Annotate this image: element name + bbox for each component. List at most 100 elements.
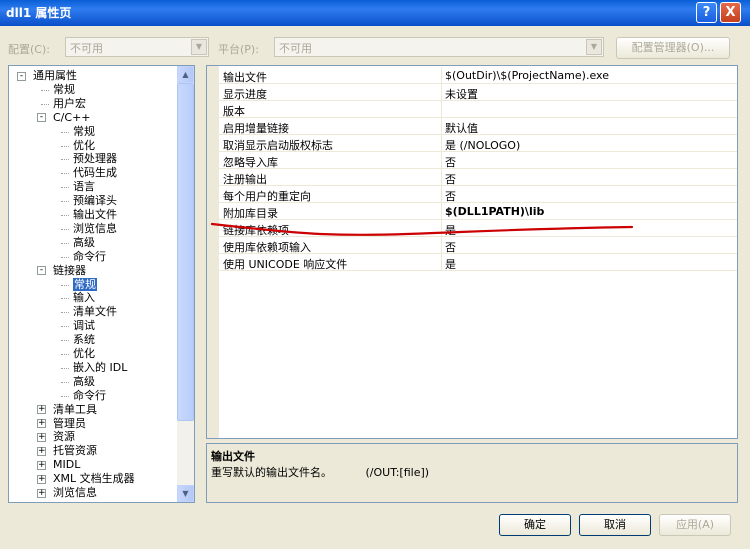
- property-row[interactable]: 忽略导入库 否: [219, 152, 737, 169]
- property-value[interactable]: 是: [445, 256, 456, 272]
- expand-icon[interactable]: +: [37, 405, 46, 415]
- config-dropdown[interactable]: 不可用 ▼: [65, 37, 209, 57]
- tree-item-label: 嵌入的 IDL: [73, 360, 128, 374]
- tree-item[interactable]: 高级: [73, 375, 95, 389]
- property-name: 启用增量链接: [223, 122, 289, 135]
- tree-item[interactable]: C/C++: [53, 111, 91, 125]
- property-row[interactable]: 启用增量链接 默认值: [219, 118, 737, 135]
- apply-button[interactable]: 应用(A): [659, 514, 731, 536]
- expand-icon[interactable]: +: [37, 432, 46, 442]
- tree-item[interactable]: 通用属性: [33, 69, 77, 83]
- tree-item-label: 语言: [73, 180, 95, 194]
- tree-item[interactable]: 预处理器: [73, 152, 117, 166]
- expand-icon[interactable]: +: [37, 446, 46, 456]
- tree-item[interactable]: 高级: [73, 236, 95, 250]
- tree-item[interactable]: XML 文档生成器: [53, 472, 135, 486]
- cancel-button[interactable]: 取消: [579, 514, 651, 536]
- scroll-up-icon[interactable]: ▲: [177, 66, 194, 83]
- tree-item[interactable]: 用户宏: [53, 97, 86, 111]
- tree-item[interactable]: MIDL: [53, 458, 80, 472]
- collapse-icon[interactable]: -: [37, 266, 46, 276]
- tree-scrollbar[interactable]: ▲ ▼: [177, 66, 194, 502]
- tree-item-label: 预处理器: [73, 152, 117, 166]
- tree-item[interactable]: 嵌入的 IDL: [73, 361, 127, 375]
- tree-item-label: 浏览信息: [53, 486, 97, 499]
- property-row[interactable]: 每个用户的重定向 否: [219, 186, 737, 203]
- description-body: 重写默认的输出文件名。: [211, 466, 332, 479]
- property-value[interactable]: 否: [445, 154, 456, 170]
- tree-item[interactable]: 浏览信息: [53, 486, 97, 500]
- tree-item[interactable]: 优化: [73, 347, 95, 361]
- property-name: 注册输出: [223, 173, 267, 186]
- scroll-thumb[interactable]: [177, 83, 194, 421]
- tree-item[interactable]: 清单工具: [53, 403, 97, 417]
- property-row[interactable]: 取消显示启动版权标志 是 (/NOLOGO): [219, 135, 737, 152]
- description-panel: 输出文件 重写默认的输出文件名。 (/OUT:[file]): [206, 443, 738, 503]
- expand-icon[interactable]: +: [37, 474, 46, 484]
- property-value[interactable]: $(OutDir)\$(ProjectName).exe: [445, 69, 609, 82]
- property-name: 取消显示启动版权标志: [223, 139, 333, 152]
- tree-item[interactable]: 输入: [73, 291, 95, 305]
- tree-connector: [61, 242, 69, 244]
- tree-item[interactable]: 清单文件: [73, 305, 117, 319]
- expand-icon[interactable]: +: [37, 460, 46, 470]
- column-divider: [441, 203, 442, 220]
- title-bar: dll1 属性页 ? X: [0, 0, 750, 26]
- tree-connector: [41, 89, 49, 91]
- property-tree[interactable]: 通用属性 - 常规 用户宏 C/C++ - 常规 优化 预处理器 代码生成 语言 预编译头 输出文件 浏览…: [8, 65, 195, 503]
- tree-connector: [61, 187, 69, 189]
- property-row[interactable]: 输出文件 $(OutDir)\$(ProjectName).exe: [219, 67, 737, 84]
- tree-item-label: 命令行: [73, 249, 106, 263]
- tree-item-label: 输出文件: [73, 208, 117, 221]
- property-row[interactable]: 附加库目录 $(DLL1PATH)\lib: [219, 203, 737, 220]
- tree-item[interactable]: 系统: [73, 333, 95, 347]
- platform-dropdown[interactable]: 不可用 ▼: [274, 37, 604, 57]
- tree-item[interactable]: 语言: [73, 180, 95, 194]
- property-value[interactable]: $(DLL1PATH)\lib: [445, 205, 544, 218]
- tree-item[interactable]: 浏览信息: [73, 222, 117, 236]
- tree-item-label: C/C++: [53, 110, 91, 124]
- tree-item[interactable]: 链接器: [53, 264, 86, 278]
- tree-item[interactable]: 命令行: [73, 389, 106, 403]
- tree-connector: [41, 103, 49, 105]
- tree-item[interactable]: 常规: [73, 125, 95, 139]
- tree-item[interactable]: 常规: [73, 277, 97, 292]
- property-row[interactable]: 显示进度 未设置: [219, 84, 737, 101]
- property-row[interactable]: 版本: [219, 101, 737, 118]
- tree-item[interactable]: 常规: [53, 83, 75, 97]
- column-divider: [441, 254, 442, 271]
- help-button[interactable]: ?: [696, 2, 717, 23]
- tree-item[interactable]: 调试: [73, 319, 95, 333]
- tree-item-label: 清单文件: [73, 305, 117, 319]
- property-row[interactable]: 使用 UNICODE 响应文件 是: [219, 254, 737, 271]
- property-value[interactable]: 未设置: [445, 86, 478, 102]
- collapse-icon[interactable]: -: [17, 71, 26, 81]
- tree-item[interactable]: 资源: [53, 430, 75, 444]
- tree-item[interactable]: 预编译头: [73, 194, 117, 208]
- expand-icon[interactable]: +: [37, 488, 46, 498]
- config-manager-button[interactable]: 配置管理器(O)...: [616, 37, 730, 59]
- column-divider: [441, 169, 442, 186]
- property-value[interactable]: 否: [445, 171, 456, 187]
- tree-item-label: 常规: [73, 277, 97, 291]
- tree-item[interactable]: 管理员: [53, 417, 86, 431]
- scroll-down-icon[interactable]: ▼: [177, 485, 194, 502]
- close-button[interactable]: X: [720, 2, 741, 23]
- tree-item[interactable]: 输出文件: [73, 208, 117, 222]
- property-value[interactable]: 是 (/NOLOGO): [445, 137, 520, 153]
- collapse-icon[interactable]: -: [37, 113, 46, 123]
- tree-item-label: 系统: [73, 333, 95, 347]
- tree-item[interactable]: 代码生成: [73, 166, 117, 180]
- property-value[interactable]: 默认值: [445, 120, 478, 136]
- property-value[interactable]: 否: [445, 188, 456, 204]
- config-value: 不可用: [70, 42, 103, 55]
- tree-item[interactable]: 优化: [73, 139, 95, 153]
- tree-item-label: 命令行: [73, 388, 106, 402]
- ok-button[interactable]: 确定: [499, 514, 571, 536]
- tree-item-label: 预编译头: [73, 194, 117, 208]
- expand-icon[interactable]: +: [37, 419, 46, 428]
- tree-item[interactable]: 命令行: [73, 250, 106, 264]
- tree-connector: [61, 326, 69, 328]
- property-row[interactable]: 注册输出 否: [219, 169, 737, 186]
- tree-item[interactable]: 托管资源: [53, 444, 97, 458]
